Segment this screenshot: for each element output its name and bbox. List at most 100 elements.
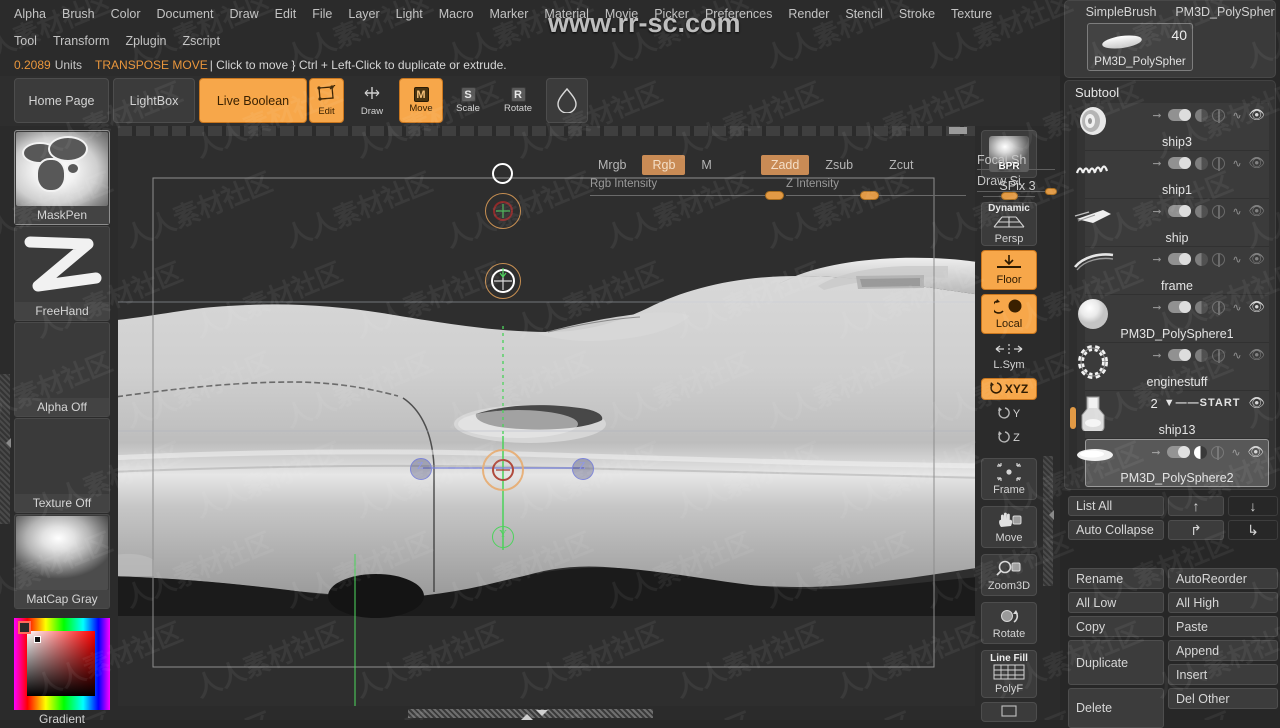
menu-item-layer[interactable]: Layer	[340, 4, 387, 24]
tab-polysphere[interactable]: PM3D_PolySpher	[1175, 3, 1275, 21]
insert-button[interactable]: Insert	[1168, 664, 1278, 685]
subtool-transparency-toggle[interactable]	[1211, 445, 1225, 460]
menu-item-stencil[interactable]: Stencil	[837, 4, 891, 24]
all-low-button[interactable]: All Low	[1068, 592, 1164, 613]
canvas-area[interactable]: Y Z Z Ⓜ 人人素材	[118, 136, 975, 706]
frame-button[interactable]: Frame	[981, 458, 1037, 500]
subtool-visibility-toggle[interactable]	[1168, 253, 1192, 265]
move-down-button[interactable]: ↓	[1228, 496, 1278, 516]
subtool-transparency-toggle[interactable]	[1212, 108, 1226, 123]
stroke-freehand-item[interactable]: FreeHand	[14, 226, 110, 321]
texture-off-item[interactable]: Texture Off	[14, 418, 110, 513]
menu-item-marker[interactable]: Marker	[482, 4, 537, 24]
rotate-nav-button[interactable]: Rotate	[981, 602, 1037, 644]
auto-collapse-button[interactable]: Auto Collapse	[1068, 520, 1164, 540]
mrgb-button[interactable]: Mrgb	[588, 155, 636, 175]
menu-item-zscript[interactable]: Zscript	[174, 31, 228, 51]
subtool-smooth-icon[interactable]: ∿	[1229, 349, 1244, 362]
subtool-polyframe-toggle[interactable]	[1195, 348, 1209, 362]
gizmo-z-left[interactable]: Z	[410, 458, 432, 480]
subtool-polyframe-toggle[interactable]	[1195, 252, 1209, 266]
subtool-transparency-toggle[interactable]	[1212, 156, 1226, 171]
menu-item-file[interactable]: File	[304, 4, 340, 24]
autoreorder-button[interactable]: AutoReorder	[1168, 568, 1278, 589]
subtool-polyframe-toggle[interactable]	[1195, 156, 1209, 170]
m-button[interactable]: M	[691, 155, 721, 175]
subtool-merge-icon[interactable]: ➞	[1148, 446, 1163, 459]
lightbox-button[interactable]: LightBox	[113, 78, 195, 123]
subtool-transparency-toggle[interactable]	[1212, 204, 1226, 219]
menu-item-brush[interactable]: Brush	[54, 4, 103, 24]
subtool-visibility-toggle[interactable]	[1168, 109, 1192, 121]
subtool-polyframe-toggle[interactable]	[1195, 300, 1209, 314]
color-picker[interactable]	[14, 618, 110, 710]
subtool-polyframe-toggle[interactable]	[1195, 204, 1209, 218]
rename-button[interactable]: Rename	[1068, 568, 1164, 589]
active-tool-slot[interactable]: 40 PM3D_PolySpher	[1087, 23, 1193, 71]
split-button[interactable]: ↳	[1228, 520, 1278, 540]
menu-item-stroke[interactable]: Stroke	[891, 4, 943, 24]
menu-item-edit[interactable]: Edit	[267, 4, 305, 24]
subtool-row[interactable]: ➞ ∿ 👁 ship1	[1075, 151, 1269, 199]
subtool-row[interactable]: 2 ▼——START 👁 ship13	[1081, 391, 1269, 439]
transpose-ring-upper[interactable]	[485, 193, 521, 229]
xyz-axis-button[interactable]: XYZ	[981, 378, 1037, 400]
right-tray-handle[interactable]	[1043, 456, 1054, 586]
scale-mode-button[interactable]: S Scale	[447, 78, 489, 123]
menu-item-macro[interactable]: Macro	[431, 4, 482, 24]
menu-item-transform[interactable]: Transform	[45, 31, 118, 51]
material-preview-button[interactable]	[546, 78, 588, 123]
subtool-visibility-toggle[interactable]	[1168, 349, 1192, 361]
alpha-off-item[interactable]: Alpha Off	[14, 322, 110, 417]
rgb-intensity-knob[interactable]	[765, 191, 784, 200]
subtool-row[interactable]: ➞ ∿ 👁 PM3D_PolySphere2	[1077, 439, 1269, 487]
subtool-polyframe-toggle[interactable]	[1194, 445, 1208, 459]
canvas-viewport[interactable]: Y Z Z Ⓜ 人人素材	[118, 126, 975, 720]
menu-item-texture[interactable]: Texture	[943, 4, 1000, 24]
subtool-visibility-toggle[interactable]	[1168, 205, 1192, 217]
del-other-button[interactable]: Del Other	[1168, 688, 1278, 709]
subtool-eye-icon[interactable]: 👁	[1248, 107, 1265, 123]
duplicate-button[interactable]: Duplicate	[1068, 640, 1164, 685]
scroll-up-arrow-icon[interactable]	[521, 708, 533, 720]
rotate-mode-button[interactable]: R Rotate	[494, 78, 542, 123]
transpose-endpoint-bottom[interactable]: Y	[492, 526, 514, 548]
left-tray-handle[interactable]	[0, 374, 11, 524]
subtool-row[interactable]: ➞ ∿ 👁 frame	[1073, 247, 1269, 295]
rgb-button[interactable]: Rgb	[642, 155, 686, 175]
extra-shelf-button[interactable]	[981, 702, 1037, 722]
z-axis-button[interactable]: Z	[981, 428, 1037, 448]
subtool-smooth-icon[interactable]: ∿	[1228, 446, 1243, 459]
subtool-smooth-icon[interactable]: ∿	[1229, 253, 1244, 266]
subtool-visibility-toggle[interactable]	[1168, 157, 1192, 169]
transpose-ring-lower[interactable]	[482, 449, 524, 491]
z-intensity-knob[interactable]	[860, 191, 879, 200]
menu-item-draw[interactable]: Draw	[222, 4, 267, 24]
subtool-smooth-icon[interactable]: ∿	[1229, 157, 1244, 170]
zcut-button[interactable]: Zcut	[879, 155, 923, 175]
subtool-row[interactable]: ➞ ∿ 👁 ship3	[1080, 103, 1269, 151]
subtool-merge-icon[interactable]: ➞	[1149, 253, 1164, 266]
copy-button[interactable]: Copy	[1068, 616, 1164, 637]
paste-button[interactable]: Paste	[1168, 616, 1278, 637]
subtool-eye-icon[interactable]: 👁	[1248, 299, 1265, 315]
scroll-down-arrow-icon[interactable]	[536, 710, 548, 720]
subtool-row[interactable]: ➞ ∿ 👁 ship	[1074, 199, 1269, 247]
color-selector-inner[interactable]	[34, 636, 41, 643]
subtool-eye-icon[interactable]: 👁	[1248, 251, 1265, 267]
subtool-smooth-icon[interactable]: ∿	[1229, 109, 1244, 122]
move-mode-button[interactable]: M Move	[399, 78, 443, 123]
subtool-eye-icon[interactable]: 👁	[1248, 395, 1265, 411]
brush-maskpen-item[interactable]: MaskPen	[14, 130, 110, 225]
gizmo-z-right[interactable]: Z	[572, 458, 594, 480]
gradient-label[interactable]: Gradient	[14, 712, 110, 726]
live-boolean-button[interactable]: Live Boolean	[199, 78, 307, 123]
color-selector-outer[interactable]	[18, 621, 31, 634]
subtool-smooth-icon[interactable]: ∿	[1229, 301, 1244, 314]
move-up-button[interactable]: ↑	[1168, 496, 1224, 516]
material-matcap-item[interactable]: MatCap Gray	[14, 514, 110, 609]
subtool-transparency-toggle[interactable]	[1212, 252, 1226, 267]
zsub-button[interactable]: Zsub	[815, 155, 863, 175]
subtool-eye-icon[interactable]: 👁	[1248, 347, 1265, 363]
subtool-merge-icon[interactable]: ➞	[1149, 109, 1164, 122]
